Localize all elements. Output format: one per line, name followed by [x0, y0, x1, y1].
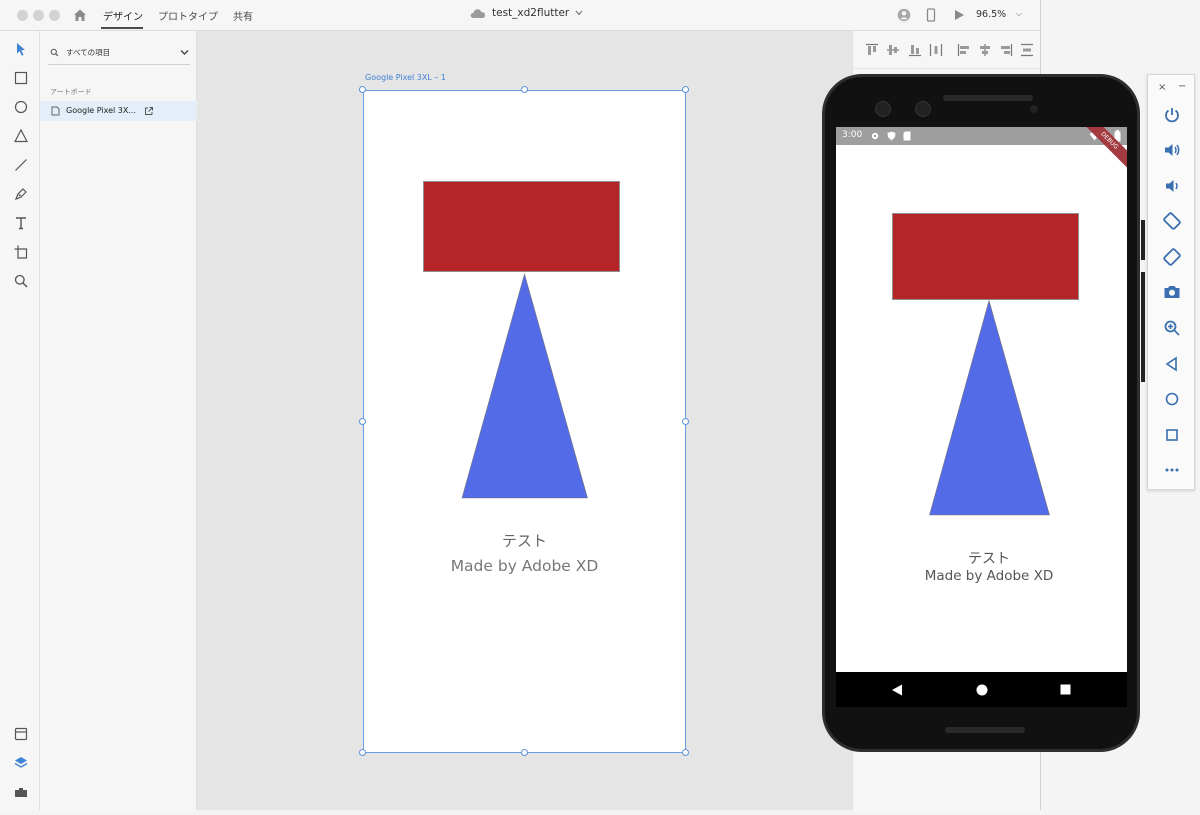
more-icon[interactable] [1162, 460, 1182, 480]
home-icon[interactable] [976, 684, 988, 696]
status-time: 3:00 [842, 130, 863, 140]
red-rectangle-shape[interactable] [423, 181, 620, 272]
ellipse-tool-icon[interactable] [13, 99, 29, 115]
power-icon[interactable] [1162, 105, 1182, 125]
phone-red-rectangle [892, 213, 1079, 300]
artboard-section-label: アートボード [50, 88, 92, 96]
pen-tool-icon[interactable] [13, 186, 29, 202]
volume-up-icon[interactable] [1162, 140, 1182, 160]
polygon-tool-icon[interactable] [13, 128, 29, 144]
artboard-layer-item[interactable]: Google Pixel 3X... [40, 101, 197, 121]
document-title-text: test_xd2flutter [492, 7, 570, 19]
settings-icon [871, 132, 879, 140]
zoom-chevron-icon[interactable]: ⌵ [1016, 9, 1022, 19]
assets-panel-icon[interactable] [13, 726, 29, 742]
overview-icon[interactable] [1162, 425, 1182, 445]
cloud-icon [470, 8, 485, 18]
resize-handle-top[interactable] [521, 86, 528, 93]
active-tab-indicator [101, 27, 143, 29]
line-tool-icon[interactable] [13, 157, 29, 173]
bottom-speaker [945, 727, 1025, 733]
blue-triangle-shape[interactable] [460, 273, 590, 500]
distribute-horizontal-icon[interactable] [929, 43, 943, 57]
zoom-icon[interactable] [1162, 318, 1182, 338]
status-bar: 3:00 DEBUG [836, 127, 1127, 168]
select-tool-icon[interactable] [13, 41, 29, 57]
tab-share[interactable]: 共有 [233, 8, 253, 23]
volume-down-icon[interactable] [1162, 176, 1182, 196]
phone-side-button [1141, 220, 1145, 260]
artboard-title[interactable]: Google Pixel 3XL – 1 [365, 73, 446, 82]
artboard-text-test[interactable]: テスト [363, 530, 686, 551]
overview-icon[interactable] [1060, 684, 1071, 695]
resize-handle-top-left[interactable] [359, 86, 366, 93]
shield-icon [887, 131, 896, 141]
align-left-icon[interactable] [957, 43, 971, 57]
zoom-level[interactable]: 96.5% [976, 9, 1006, 20]
android-navigation-bar [836, 672, 1127, 707]
align-middle-icon[interactable] [886, 43, 900, 57]
plugins-panel-icon[interactable] [13, 784, 29, 800]
front-camera-2 [915, 101, 931, 117]
rotate-left-icon[interactable] [1162, 211, 1182, 231]
home-icon[interactable] [72, 7, 88, 23]
document-title[interactable]: test_xd2flutter [470, 7, 583, 19]
artboard-layer-label: Google Pixel 3X... [66, 106, 136, 115]
phone-volume-buttons [1141, 272, 1145, 382]
phone-text-made-by: Made by Adobe XD [924, 568, 1054, 584]
user-icon[interactable] [897, 8, 911, 22]
close-window-button[interactable] [17, 10, 28, 21]
rotate-right-icon[interactable] [1162, 247, 1182, 267]
resize-handle-bottom-left[interactable] [359, 749, 366, 756]
tab-prototype[interactable]: プロトタイプ [158, 8, 218, 23]
sim-card-icon [903, 131, 911, 141]
layers-panel: すべての項目 アートボード Google Pixel 3X... [40, 31, 197, 810]
zoom-tool-icon[interactable] [13, 273, 29, 289]
align-center-icon[interactable] [978, 43, 992, 57]
camera-icon[interactable] [1162, 282, 1182, 302]
titlebar: デザイン プロトタイプ 共有 test_xd2flutter 96.5% ⌵ [0, 0, 1040, 31]
back-icon[interactable] [1162, 354, 1182, 374]
resize-handle-bottom-right[interactable] [682, 749, 689, 756]
zoom-window-button[interactable] [49, 10, 60, 21]
artboard-tool-icon[interactable] [13, 244, 29, 260]
align-top-icon[interactable] [865, 43, 879, 57]
align-bottom-icon[interactable] [908, 43, 922, 57]
resize-handle-right[interactable] [682, 418, 689, 425]
rectangle-tool-icon[interactable] [13, 70, 29, 86]
minimize-window-button[interactable] [33, 10, 44, 21]
resize-handle-top-right[interactable] [682, 86, 689, 93]
layers-panel-icon[interactable] [13, 755, 29, 771]
search-icon [50, 48, 59, 57]
home-icon[interactable] [1162, 389, 1182, 409]
sensor [1030, 105, 1038, 113]
phone-text-test: テスト [968, 551, 1010, 567]
emulator-minimize-button[interactable]: − [1178, 81, 1186, 92]
artboard-text-made-by[interactable]: Made by Adobe XD [363, 557, 686, 575]
tab-design[interactable]: デザイン [103, 8, 143, 23]
distribute-vertical-icon[interactable] [1020, 43, 1034, 57]
emulator-controls-panel: × − [1147, 74, 1195, 490]
phone-blue-triangle [929, 300, 1050, 516]
back-icon[interactable] [891, 684, 903, 696]
text-tool-icon[interactable] [13, 215, 29, 231]
play-icon[interactable] [952, 8, 966, 22]
tool-bar [0, 31, 40, 810]
front-camera [875, 101, 891, 117]
chevron-down-icon [180, 50, 189, 55]
device-preview-icon[interactable] [924, 8, 938, 22]
resize-handle-left[interactable] [359, 418, 366, 425]
layers-filter-label: すべての項目 [66, 48, 111, 57]
align-toolbar [853, 31, 1040, 69]
chevron-down-icon [575, 10, 583, 16]
emulator-close-button[interactable]: × [1158, 82, 1166, 93]
external-link-icon[interactable] [144, 106, 154, 116]
align-right-icon[interactable] [999, 43, 1013, 57]
resize-handle-bottom[interactable] [521, 749, 528, 756]
layers-filter[interactable]: すべての項目 [48, 41, 190, 65]
artboard-page-icon [51, 106, 60, 116]
speaker-grille [943, 95, 1033, 101]
